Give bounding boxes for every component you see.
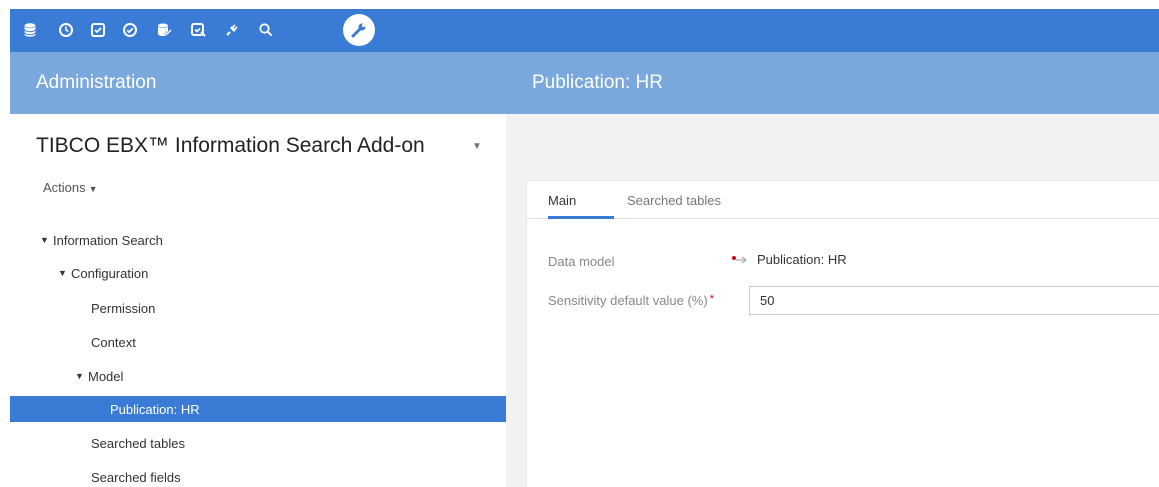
- tree-item-label: Permission: [91, 300, 156, 316]
- tree-item-permission[interactable]: Permission: [91, 295, 155, 321]
- required-marker: *: [709, 293, 714, 305]
- top-toolbar: [10, 9, 1159, 52]
- data-model-label: Data model: [548, 254, 615, 269]
- plugin-icon[interactable]: [223, 21, 241, 39]
- page-title: Publication: HR: [532, 72, 663, 93]
- search-icon[interactable]: [257, 21, 275, 39]
- model-link-icon: [732, 255, 747, 263]
- tab-main[interactable]: Main: [548, 193, 576, 208]
- caret-down-icon[interactable]: ▼: [58, 268, 71, 278]
- content-area: Main Searched tables Data model Publicat…: [506, 114, 1159, 487]
- history-icon[interactable]: [57, 21, 75, 39]
- tree-item-label: Model: [88, 368, 124, 384]
- tree-item-model[interactable]: ▼ Model: [75, 363, 123, 389]
- database-icon[interactable]: [21, 21, 39, 39]
- tree-item-label: Context: [91, 334, 136, 350]
- section-header: Administration Publication: HR: [10, 52, 1159, 114]
- caret-down-icon[interactable]: ▼: [75, 371, 88, 381]
- tree-item-searched-tables[interactable]: Searched tables: [91, 430, 185, 456]
- tree-item-label: Searched tables: [91, 435, 185, 451]
- caret-down-icon: ▼: [88, 184, 98, 194]
- actions-label: Actions: [43, 180, 86, 195]
- data-model-text: Publication: HR: [757, 252, 847, 267]
- validation-icon[interactable]: [121, 21, 139, 39]
- sensitivity-label: Sensitivity default value (%) *: [548, 293, 714, 308]
- chevron-down-icon[interactable]: ▼: [472, 141, 482, 152]
- checkbox-icon[interactable]: [89, 21, 107, 39]
- active-tab-indicator: [548, 216, 614, 219]
- tree-item-label: Information Search: [53, 232, 163, 248]
- tree-item-label: Configuration: [71, 265, 149, 281]
- tree-item-label: Searched fields: [91, 469, 181, 485]
- data-icon[interactable]: [155, 21, 173, 39]
- dataspace-title[interactable]: TIBCO EBX™ Information Search Add-on: [36, 134, 425, 158]
- actions-menu[interactable]: Actions ▼: [43, 180, 98, 195]
- data-model-value[interactable]: Publication: HR: [731, 252, 847, 267]
- record-form: Main Searched tables Data model Publicat…: [526, 180, 1159, 487]
- navigation-panel: TIBCO EBX™ Information Search Add-on ▼ A…: [10, 114, 506, 487]
- sensitivity-label-text: Sensitivity default value (%): [548, 293, 708, 308]
- tree-item-publication-hr[interactable]: Publication: HR: [10, 396, 506, 422]
- sensitivity-input[interactable]: [749, 286, 1159, 315]
- tree-item-context[interactable]: Context: [91, 329, 136, 355]
- tab-bar: Main Searched tables: [527, 181, 1159, 219]
- tree-item-searched-fields[interactable]: Searched fields: [91, 464, 181, 487]
- tab-searched-tables[interactable]: Searched tables: [627, 193, 721, 208]
- wrench-icon[interactable]: [343, 14, 375, 46]
- tree-item-information-search[interactable]: ▼ Information Search: [40, 227, 163, 253]
- workflow-icon[interactable]: [189, 21, 207, 39]
- tree-item-configuration[interactable]: ▼ Configuration: [58, 260, 148, 286]
- caret-down-icon[interactable]: ▼: [40, 235, 53, 245]
- administration-title: Administration: [36, 72, 157, 93]
- tree-item-label: Publication: HR: [110, 401, 200, 417]
